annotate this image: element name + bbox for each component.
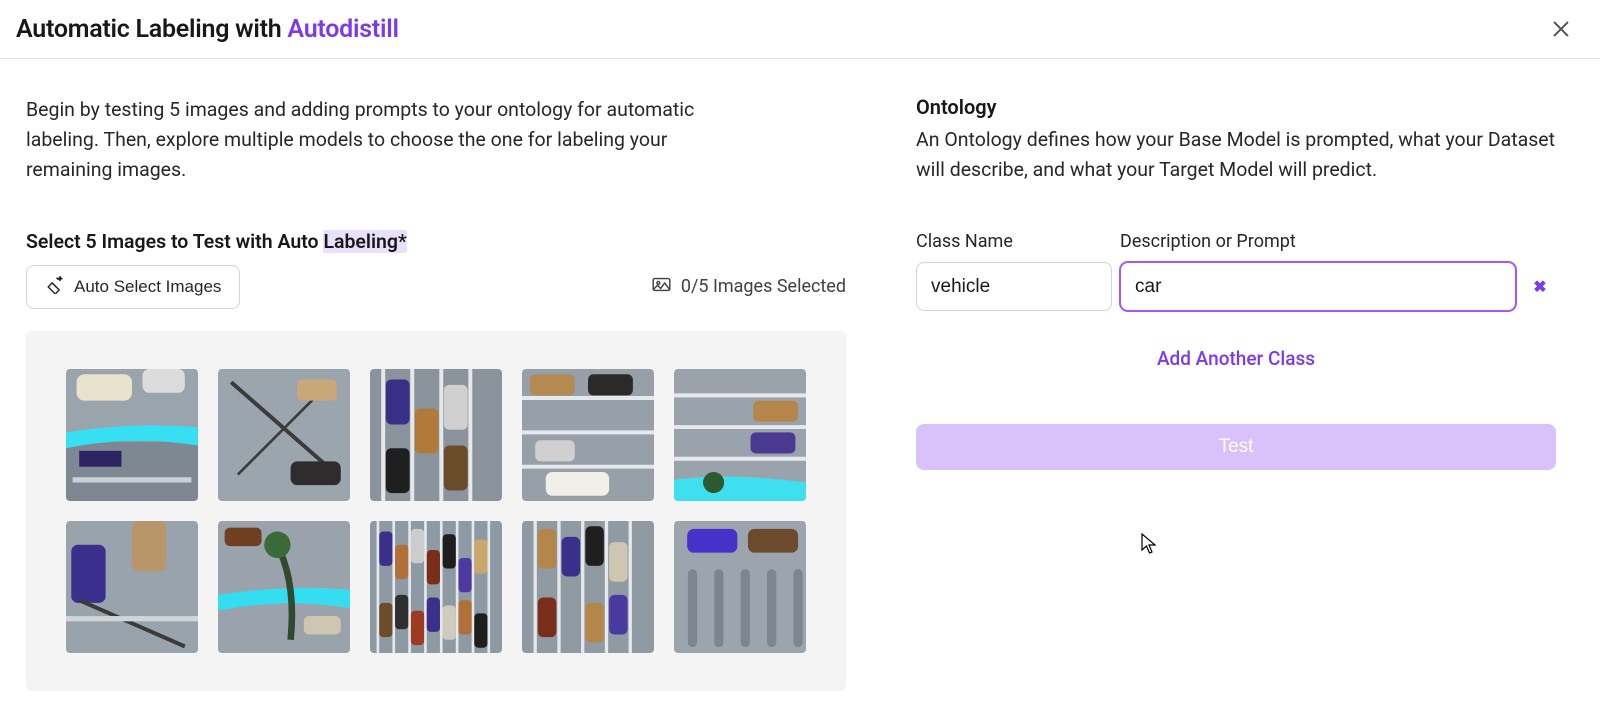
image-gallery bbox=[26, 331, 846, 691]
description-field: Description or Prompt bbox=[1120, 231, 1516, 311]
image-thumbnail[interactable] bbox=[674, 369, 806, 501]
wand-icon bbox=[45, 275, 64, 299]
select-images-heading-highlight: Labeling* bbox=[323, 230, 406, 253]
image-thumbnail[interactable] bbox=[370, 369, 502, 501]
image-thumbnail[interactable] bbox=[66, 369, 198, 501]
intro-text: Begin by testing 5 images and adding pro… bbox=[26, 95, 746, 186]
auto-select-images-button[interactable]: Auto Select Images bbox=[26, 265, 240, 309]
image-thumbnail[interactable] bbox=[218, 521, 350, 653]
modal-title-accent: Autodistill bbox=[287, 15, 398, 44]
select-images-heading: Select 5 Images to Test with Auto Labeli… bbox=[26, 230, 846, 253]
add-another-class-link[interactable]: Add Another Class bbox=[916, 347, 1556, 370]
description-label: Description or Prompt bbox=[1120, 231, 1516, 252]
close-button[interactable] bbox=[1546, 14, 1576, 44]
ontology-description: An Ontology defines how your Base Model … bbox=[916, 125, 1556, 185]
select-images-heading-prefix: Select 5 Images to Test with Auto bbox=[26, 230, 323, 253]
auto-select-images-label: Auto Select Images bbox=[74, 277, 221, 297]
ontology-heading: Ontology bbox=[916, 95, 1556, 119]
class-name-input[interactable] bbox=[916, 262, 1112, 311]
remove-class-button[interactable]: ✖ bbox=[1524, 262, 1556, 311]
class-name-label: Class Name bbox=[916, 231, 1112, 252]
close-icon bbox=[1550, 28, 1572, 43]
selected-count: 0/5 Images Selected bbox=[652, 276, 846, 297]
image-icon bbox=[652, 276, 671, 297]
class-name-field: Class Name bbox=[916, 231, 1112, 311]
image-thumbnail[interactable] bbox=[370, 521, 502, 653]
modal-header: Automatic Labeling with Autodistill bbox=[0, 0, 1600, 59]
modal-title-prefix: Automatic Labeling with bbox=[16, 15, 287, 44]
image-thumbnail[interactable] bbox=[674, 521, 806, 653]
modal-body: Begin by testing 5 images and adding pro… bbox=[0, 59, 1600, 691]
ontology-row: Class Name Description or Prompt ✖ bbox=[916, 231, 1556, 311]
selected-count-text: 0/5 Images Selected bbox=[681, 276, 846, 297]
image-thumbnail[interactable] bbox=[522, 369, 654, 501]
right-column: Ontology An Ontology defines how your Ba… bbox=[916, 95, 1574, 691]
modal-title: Automatic Labeling with Autodistill bbox=[16, 15, 399, 44]
image-thumbnail[interactable] bbox=[522, 521, 654, 653]
image-thumbnail[interactable] bbox=[218, 369, 350, 501]
test-button[interactable]: Test bbox=[916, 424, 1556, 470]
left-column: Begin by testing 5 images and adding pro… bbox=[26, 95, 846, 691]
images-toolbar: Auto Select Images 0/5 Images Selected bbox=[26, 265, 846, 309]
remove-icon: ✖ bbox=[1533, 277, 1546, 297]
description-input[interactable] bbox=[1120, 262, 1516, 311]
image-thumbnail[interactable] bbox=[66, 521, 198, 653]
